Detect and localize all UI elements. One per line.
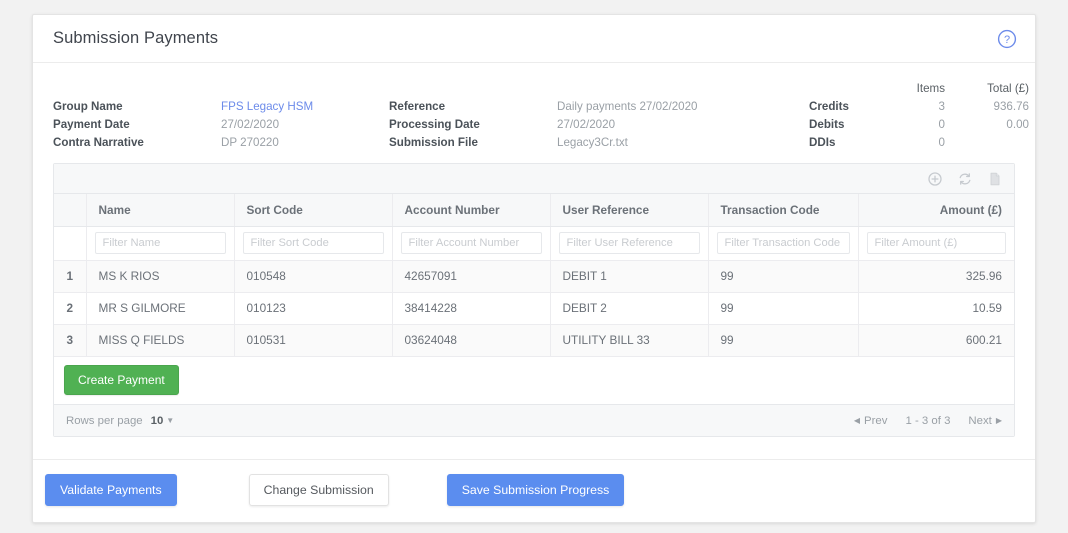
column-header-name[interactable]: Name — [86, 194, 235, 227]
cell-user-reference: UTILITY BILL 33 — [550, 324, 709, 356]
filter-cell-amount — [858, 226, 1014, 261]
table-header-row: Name Sort Code Account Number User Refer… — [54, 194, 1014, 227]
processing-date-value: 27/02/2020 — [557, 118, 616, 131]
cell-transaction-code: 99 — [708, 292, 859, 325]
cell-amount: 10.59 — [858, 292, 1014, 325]
cell-sort-code: 010531 — [234, 324, 393, 356]
processing-date-label: Processing Date — [389, 118, 480, 131]
submission-file-label: Submission File — [389, 136, 478, 149]
items-header: Items — [916, 82, 945, 95]
contra-narrative-value: DP 270220 — [221, 136, 279, 149]
add-circle-icon[interactable] — [928, 171, 942, 186]
cell-name: MS K RIOS — [86, 260, 235, 293]
cell-sort-code: 010548 — [234, 260, 393, 293]
submission-file-value: Legacy3Cr.txt — [557, 136, 628, 149]
payment-date-value: 27/02/2020 — [221, 118, 280, 131]
filter-cell-user-reference — [550, 226, 709, 261]
svg-text:?: ? — [1004, 34, 1010, 46]
row-number: 3 — [54, 324, 87, 356]
column-header-user-reference[interactable]: User Reference — [550, 194, 709, 227]
save-submission-progress-button[interactable]: Save Submission Progress — [446, 474, 625, 506]
cell-amount: 600.21 — [858, 324, 1014, 356]
debits-label: Debits — [809, 118, 845, 131]
card-header: Submission Payments ? — [33, 15, 1035, 63]
filter-cell-sort-code — [234, 226, 393, 261]
create-payment-button[interactable]: Create Payment — [64, 365, 179, 395]
ddis-items-value: 0 — [938, 136, 945, 149]
filter-name-input[interactable] — [94, 232, 226, 254]
column-header-account-number[interactable]: Account Number — [392, 194, 551, 227]
payments-table: Name Sort Code Account Number User Refer… — [54, 194, 1014, 356]
credits-label: Credits — [809, 100, 849, 113]
cell-account-number: 42657091 — [392, 260, 551, 293]
filter-sort-code-input[interactable] — [242, 232, 384, 254]
table-toolbar — [54, 164, 1014, 194]
cell-name: MR S GILMORE — [86, 292, 235, 325]
filter-transaction-code-input[interactable] — [716, 232, 850, 254]
column-header-transaction-code[interactable]: Transaction Code — [708, 194, 859, 227]
filter-cell-transaction-code — [708, 226, 859, 261]
filter-cell-account-number — [392, 226, 551, 261]
card-footer: Validate Payments Change Submission Save… — [33, 459, 1035, 522]
prev-page-button[interactable]: ◀ Prev — [854, 415, 888, 427]
submission-payments-card: Submission Payments ? Items Total (£) Gr… — [32, 14, 1036, 523]
table-pagination: Rows per page 10 ▼ ◀ Prev 1 - 3 of 3 Nex… — [54, 404, 1014, 436]
page-title: Submission Payments — [53, 29, 219, 47]
cell-user-reference: DEBIT 1 — [550, 260, 709, 293]
reference-label: Reference — [389, 100, 446, 113]
cell-amount: 325.96 — [858, 260, 1014, 293]
payment-date-label: Payment Date — [53, 118, 130, 131]
group-name-label: Group Name — [53, 100, 123, 113]
filter-amount-input[interactable] — [866, 232, 1006, 254]
cell-transaction-code: 99 — [708, 260, 859, 293]
next-page-label: Next — [968, 414, 992, 427]
help-circle-icon[interactable]: ? — [997, 29, 1017, 49]
chevron-right-icon: ▶ — [995, 416, 1002, 425]
cell-name: MISS Q FIELDS — [86, 324, 235, 356]
ddis-label: DDIs — [809, 136, 836, 149]
contra-narrative-label: Contra Narrative — [53, 136, 144, 149]
row-number: 2 — [54, 292, 87, 325]
row-number: 1 — [54, 260, 87, 293]
submission-summary: Items Total (£) Group Name FPS Legacy HS… — [33, 63, 1035, 157]
debits-total-value: 0.00 — [1006, 118, 1029, 131]
table-row[interactable]: 3 MISS Q FIELDS 010531 03624048 UTILITY … — [54, 324, 1014, 356]
prev-page-label: Prev — [864, 414, 888, 427]
filter-cell-name — [86, 226, 235, 261]
credits-items-value: 3 — [938, 100, 945, 113]
table-row[interactable]: 2 MR S GILMORE 010123 38414228 DEBIT 2 9… — [54, 292, 1014, 325]
reference-value: Daily payments 27/02/2020 — [557, 100, 698, 113]
create-payment-row: Create Payment — [54, 356, 1014, 404]
chevron-down-icon: ▼ — [166, 416, 175, 425]
column-header-sort-code[interactable]: Sort Code — [234, 194, 393, 227]
row-number-header — [54, 194, 87, 227]
next-page-button[interactable]: Next ▶ — [968, 415, 1002, 427]
rows-per-page-select[interactable]: 10 ▼ — [151, 415, 175, 427]
cell-sort-code: 010123 — [234, 292, 393, 325]
cell-account-number: 03624048 — [392, 324, 551, 356]
filter-row-spacer — [54, 226, 87, 261]
cell-account-number: 38414228 — [392, 292, 551, 325]
filter-row — [54, 226, 1014, 261]
rows-per-page-label: Rows per page — [66, 414, 143, 427]
refresh-icon[interactable] — [958, 172, 972, 186]
rows-per-page-value: 10 — [150, 414, 164, 427]
filter-user-reference-input[interactable] — [558, 232, 700, 254]
cell-user-reference: DEBIT 2 — [550, 292, 709, 325]
cell-transaction-code: 99 — [708, 324, 859, 356]
table-row[interactable]: 1 MS K RIOS 010548 42657091 DEBIT 1 99 3… — [54, 260, 1014, 293]
credits-total-value: 936.76 — [993, 100, 1029, 113]
group-name-value[interactable]: FPS Legacy HSM — [221, 99, 389, 115]
column-header-amount[interactable]: Amount (£) — [858, 194, 1014, 227]
change-submission-button[interactable]: Change Submission — [248, 474, 389, 506]
validate-payments-button[interactable]: Validate Payments — [45, 474, 177, 506]
filter-account-number-input[interactable] — [400, 232, 542, 254]
page-range-label: 1 - 3 of 3 — [905, 414, 951, 427]
payments-table-container: Name Sort Code Account Number User Refer… — [53, 163, 1015, 437]
total-header: Total (£) — [987, 82, 1029, 95]
file-icon[interactable] — [988, 172, 1002, 186]
debits-items-value: 0 — [938, 118, 945, 131]
page-background: Submission Payments ? Items Total (£) Gr… — [0, 0, 1068, 533]
chevron-left-icon: ◀ — [853, 416, 861, 425]
